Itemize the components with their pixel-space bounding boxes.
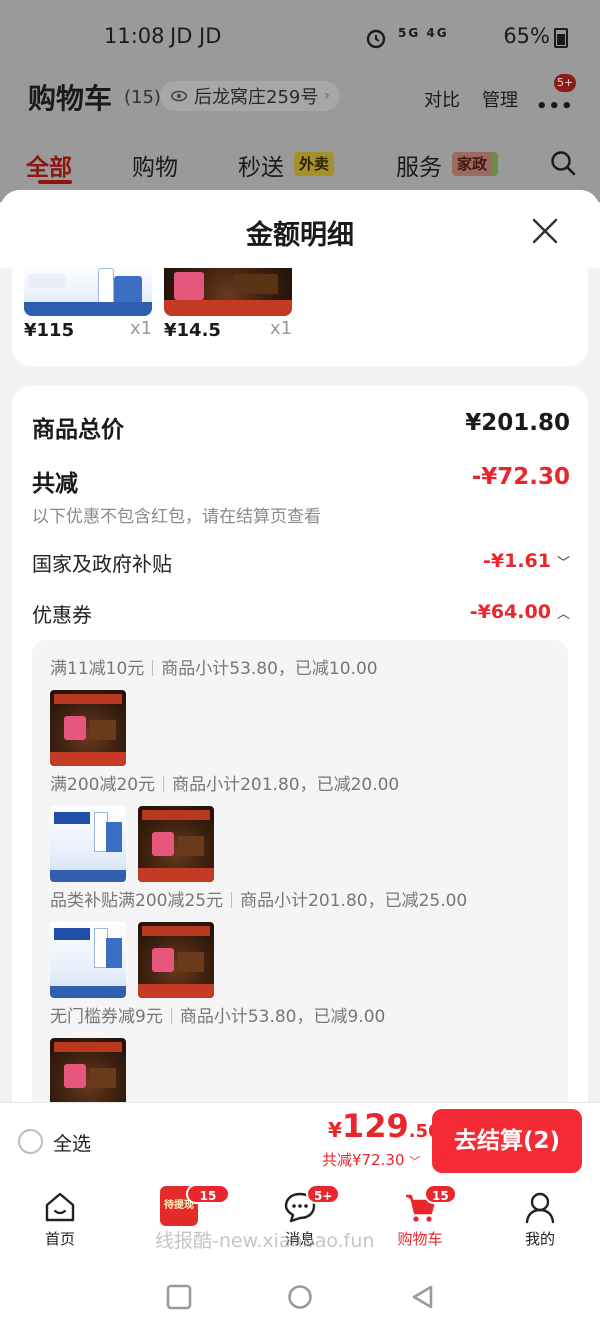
battery-icon [554, 28, 568, 48]
close-icon[interactable] [530, 216, 560, 246]
coupon-rule: 品类补贴满200减25元 [50, 891, 224, 911]
checkout-button[interactable]: 去结算(2) [432, 1109, 582, 1173]
bottom-nav: 首页 待提现 15元 5+ 消息 15 购物车 我的 线报酷-new.xianb… [0, 1178, 600, 1262]
coupon-detail: 商品小计201.80，已减25.00 [240, 891, 468, 911]
nav-label: 首页 [44, 1230, 75, 1248]
amount-detail-card: 商品总价 ¥201.80 共减 -¥72.30 以下优惠不包含红包，请在结算页查… [12, 386, 588, 1102]
status-carrier: JD JD [170, 24, 222, 48]
chevron-down-icon: ﹀ [556, 555, 570, 571]
coupon-product-thumb [50, 806, 126, 882]
saved-amount[interactable]: 共减¥72.30 ﹀ [322, 1149, 420, 1170]
coupon-line: 品类补贴满200减25元 商品小计201.80，已减25.00 [50, 886, 467, 911]
discount-label: 共减 [32, 471, 78, 497]
promo-badge: 15元 [186, 1184, 230, 1223]
product-image-giftbox [164, 266, 292, 316]
select-all-radio[interactable] [18, 1129, 43, 1154]
battery-level: 65% [503, 24, 550, 48]
coupon-detail: 商品小计53.80，已减9.00 [179, 1007, 386, 1027]
recents-icon[interactable] [166, 1284, 192, 1310]
housekeeping-tag: 家政 [452, 152, 499, 176]
status-time: 11:08 [104, 24, 165, 48]
coupon-label: 优惠券 [32, 603, 92, 627]
coupon-line: 满11减10元 商品小计53.80，已减10.00 [50, 654, 378, 679]
status-bar: 11:08 JD JD 5G 4G 65% [0, 0, 600, 72]
takeout-tag: 外卖 [294, 152, 335, 176]
tab-all[interactable]: 全部 [26, 148, 72, 182]
nav-home[interactable]: 首页 [10, 1178, 110, 1262]
coupon-product-thumb [50, 922, 126, 998]
cart-header: 购物车 (15) 后龙窝庄259号 › 对比 管理 ••• 5+ 全部 购物 秒… [0, 72, 600, 202]
more-badge: 5+ [554, 74, 577, 92]
total-value: ¥201.80 [465, 410, 570, 436]
coupon-list: 满11减10元 商品小计53.80，已减10.00 满200减20元 商品小计201… [32, 640, 568, 1102]
address-text: 后龙窝庄259号 [194, 87, 319, 108]
checkout-total: ¥129.50 [328, 1107, 441, 1145]
chevron-right-icon: › [324, 88, 330, 104]
manage-button[interactable]: 管理 [482, 86, 518, 112]
total-currency: ¥ [328, 1118, 342, 1142]
home-icon [45, 1192, 75, 1222]
messages-badge: 5+ [306, 1184, 341, 1204]
product-price: ¥115 [24, 320, 75, 341]
nav-cart[interactable]: 15 购物车 [370, 1178, 470, 1262]
network-icons: 5G 4G [398, 26, 449, 40]
saved-text: 共减¥72.30 [322, 1151, 405, 1169]
tab-express[interactable]: 秒送 [238, 148, 284, 182]
nav-label: 购物车 [397, 1230, 443, 1248]
coupon-line: 无门槛券减9元 商品小计53.80，已减9.00 [50, 1002, 385, 1027]
product-qty: x1 [270, 318, 293, 339]
discount-note: 以下优惠不包含红包，请在结算页查看 [32, 507, 321, 527]
system-nav-bar [0, 1262, 600, 1333]
product-qty: x1 [130, 318, 153, 339]
coupon-product-thumb [50, 1038, 126, 1102]
total-label: 商品总价 [32, 417, 124, 443]
coupon-detail: 商品小计53.80，已减10.00 [161, 659, 378, 679]
chevron-up-icon: ︿ [556, 606, 570, 622]
coupon-row[interactable]: -¥64.00 ︿ [470, 601, 570, 623]
nav-label: 我的 [524, 1230, 555, 1248]
coupon-product-thumb [138, 806, 214, 882]
search-icon[interactable] [550, 150, 576, 176]
total-integer: 129 [341, 1107, 409, 1145]
chevron-down-icon: ﹀ [409, 1155, 421, 1168]
sheet-header: 金额明细 [0, 190, 600, 268]
eye-icon [170, 90, 188, 102]
coupon-line: 满200减20元 商品小计201.80，已减20.00 [50, 770, 399, 795]
compare-button[interactable]: 对比 [424, 86, 460, 112]
watermark: 线报酷-new.xianbao.fun [155, 1230, 375, 1252]
coupon-product-thumb [138, 922, 214, 998]
coupon-rule: 无门槛券减9元 [50, 1007, 163, 1027]
subsidy-row[interactable]: -¥1.61 ﹀ [483, 550, 570, 572]
nav-profile[interactable]: 我的 [490, 1178, 590, 1262]
back-icon[interactable] [410, 1284, 436, 1310]
product-price: ¥14.5 [164, 320, 221, 341]
cart-badge: 15 [424, 1184, 457, 1204]
tab-underline [38, 180, 72, 184]
profile-icon [525, 1192, 555, 1224]
cart-count: (15) [124, 87, 161, 108]
discount-value: -¥72.30 [471, 464, 570, 490]
more-icon[interactable]: ••• [536, 96, 574, 117]
coupon-product-thumb [50, 690, 126, 766]
home-button-icon[interactable] [287, 1284, 313, 1310]
tab-shopping[interactable]: 购物 [132, 148, 178, 182]
tab-service[interactable]: 服务 [396, 148, 442, 182]
checkout-bar: 全选 ¥129.50 共减¥72.30 ﹀ 去结算(2) [0, 1102, 600, 1178]
alarm-icon [366, 29, 386, 49]
sheet-title: 金额明细 [246, 220, 354, 251]
subsidy-value: -¥1.61 [483, 550, 551, 572]
coupon-value: -¥64.00 [469, 601, 551, 623]
amount-detail-sheet: 金额明细 ¥115 x1 ¥14.5 x1 商品总价 ¥201.80 共减 -¥… [0, 190, 600, 1102]
coupon-detail: 商品小计201.80，已减20.00 [172, 775, 400, 795]
subsidy-label: 国家及政府补贴 [32, 552, 172, 576]
coupon-rule: 满200减20元 [50, 775, 156, 795]
select-all-label[interactable]: 全选 [53, 1129, 91, 1156]
coupon-rule: 满11减10元 [50, 659, 145, 679]
page-title: 购物车 [28, 82, 113, 115]
product-image-toothpaste [24, 266, 152, 316]
address-selector[interactable]: 后龙窝庄259号 › [160, 81, 340, 111]
